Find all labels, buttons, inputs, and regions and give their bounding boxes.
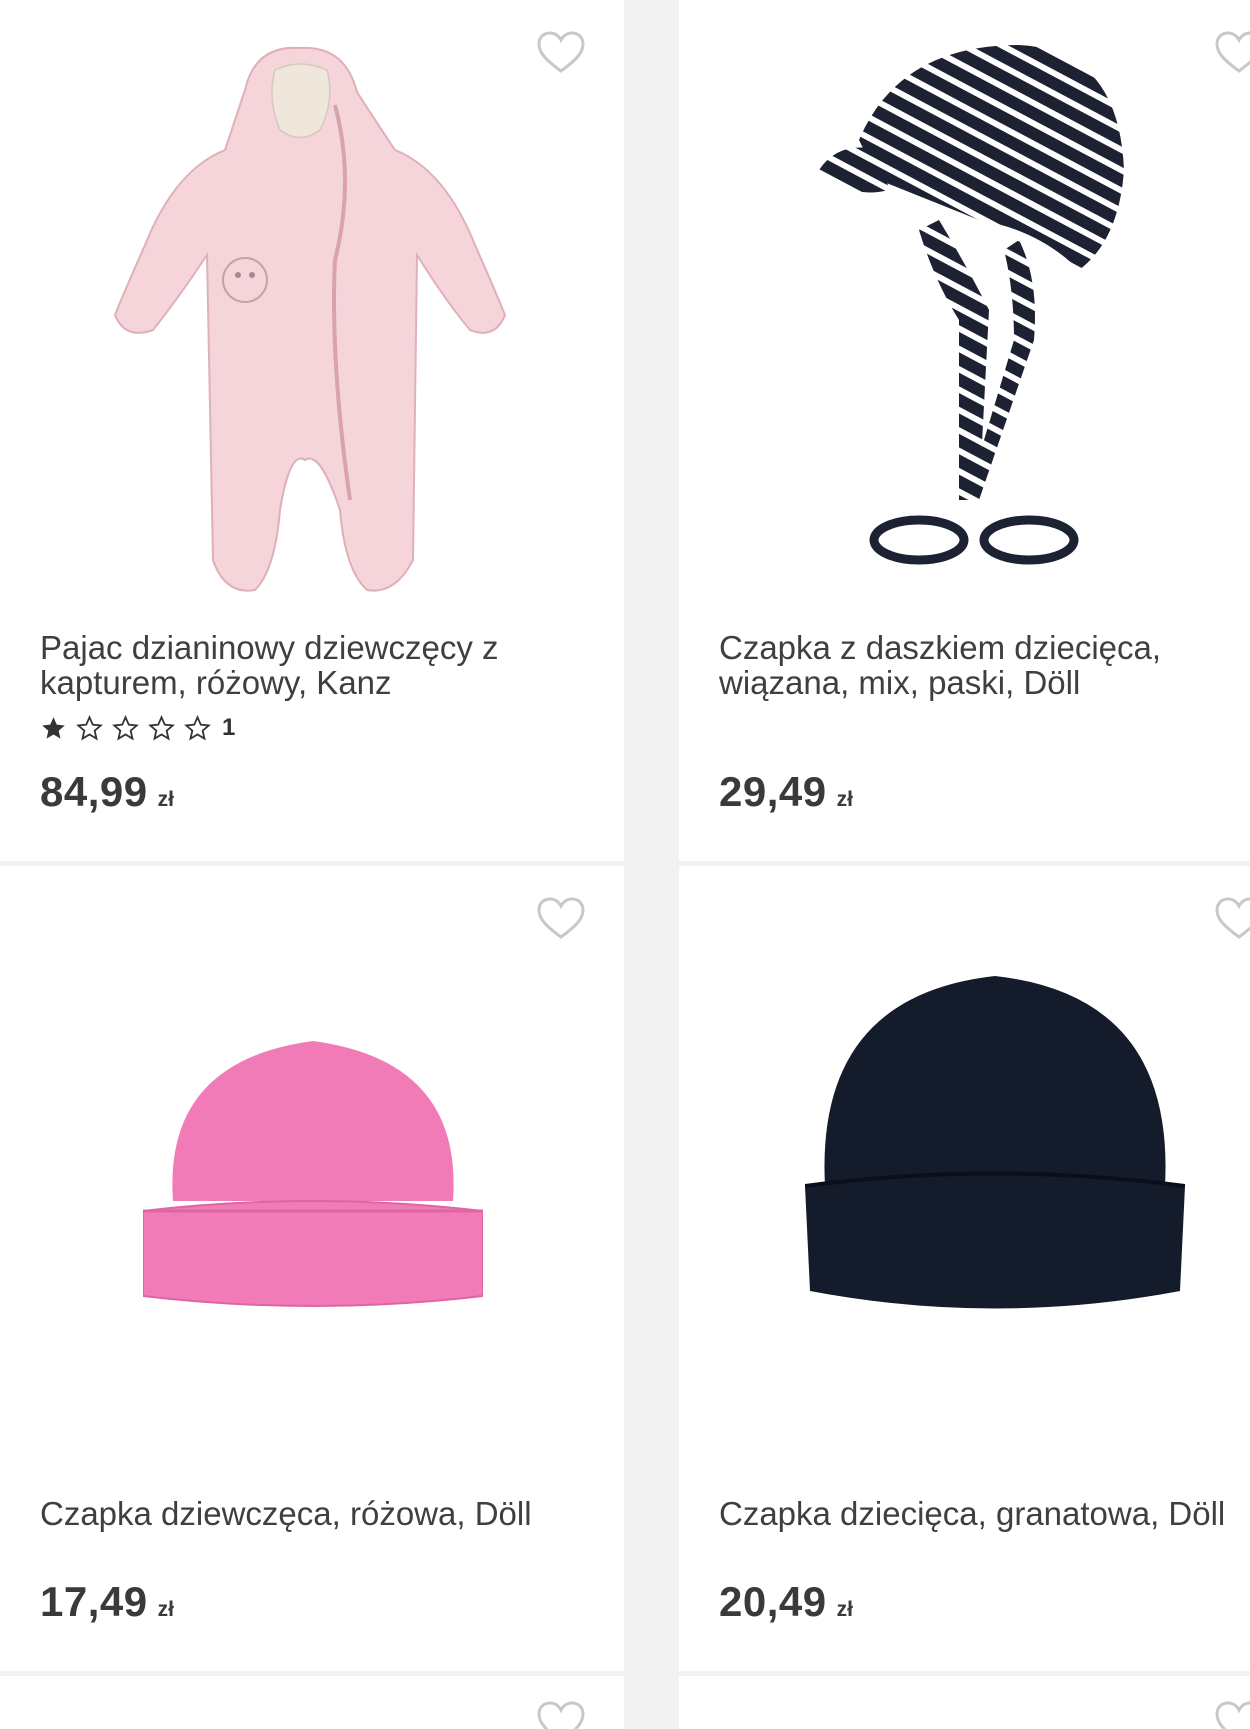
star-outline-icon [112, 714, 139, 740]
favorite-heart-icon[interactable] [536, 896, 586, 940]
product-card-partial[interactable] [679, 1676, 1250, 1729]
favorite-heart-icon[interactable] [536, 1700, 586, 1729]
product-image-snowsuit[interactable] [95, 30, 525, 610]
product-title[interactable]: Pajac dzianinowy dziewczęcy z kapturem, … [40, 630, 600, 700]
star-outline-icon [184, 714, 211, 740]
star-filled-icon [42, 716, 65, 739]
product-price: 20,49 zł [719, 1578, 853, 1626]
favorite-heart-icon[interactable] [536, 30, 586, 74]
rating-count: 1 [222, 714, 236, 741]
price-currency: zł [157, 1598, 174, 1621]
product-card-snowsuit[interactable]: Pajac dzianinowy dziewczęcy z kapturem, … [0, 0, 624, 861]
price-amount: 84,99 [40, 768, 148, 815]
star-outline-icon [76, 714, 103, 740]
price-currency: zł [836, 1598, 853, 1621]
product-image-navy-beanie[interactable] [805, 976, 1185, 1326]
price-amount: 29,49 [719, 768, 827, 815]
favorite-heart-icon[interactable] [1214, 1700, 1250, 1729]
price-amount: 20,49 [719, 1578, 827, 1625]
product-price: 84,99 zł [40, 768, 174, 816]
price-currency: zł [157, 788, 174, 811]
product-image-pink-beanie[interactable] [143, 1021, 483, 1311]
favorite-heart-icon[interactable] [1214, 896, 1250, 940]
product-card-pink-beanie[interactable]: Czapka dziewczęca, różowa, Döll 17,49 zł [0, 866, 624, 1671]
product-price: 17,49 zł [40, 1578, 174, 1626]
favorite-heart-icon[interactable] [1214, 30, 1250, 74]
product-card-striped-cap[interactable]: Czapka z daszkiem dziecięca, wiązana, mi… [679, 0, 1250, 861]
product-image-striped-cap[interactable] [819, 40, 1129, 585]
price-currency: zł [836, 788, 853, 811]
product-title[interactable]: Czapka z daszkiem dziecięca, wiązana, mi… [719, 630, 1250, 700]
product-price: 29,49 zł [719, 768, 853, 816]
product-rating: 1 [40, 714, 235, 742]
product-title[interactable]: Czapka dziewczęca, różowa, Döll [40, 1496, 600, 1531]
product-card-navy-beanie[interactable]: Czapka dziecięca, granatowa, Döll 20,49 z… [679, 866, 1250, 1671]
product-card-partial[interactable] [0, 1676, 624, 1729]
product-title[interactable]: Czapka dziecięca, granatowa, Döll [719, 1496, 1250, 1531]
star-outline-icon [148, 714, 175, 740]
price-amount: 17,49 [40, 1578, 148, 1625]
